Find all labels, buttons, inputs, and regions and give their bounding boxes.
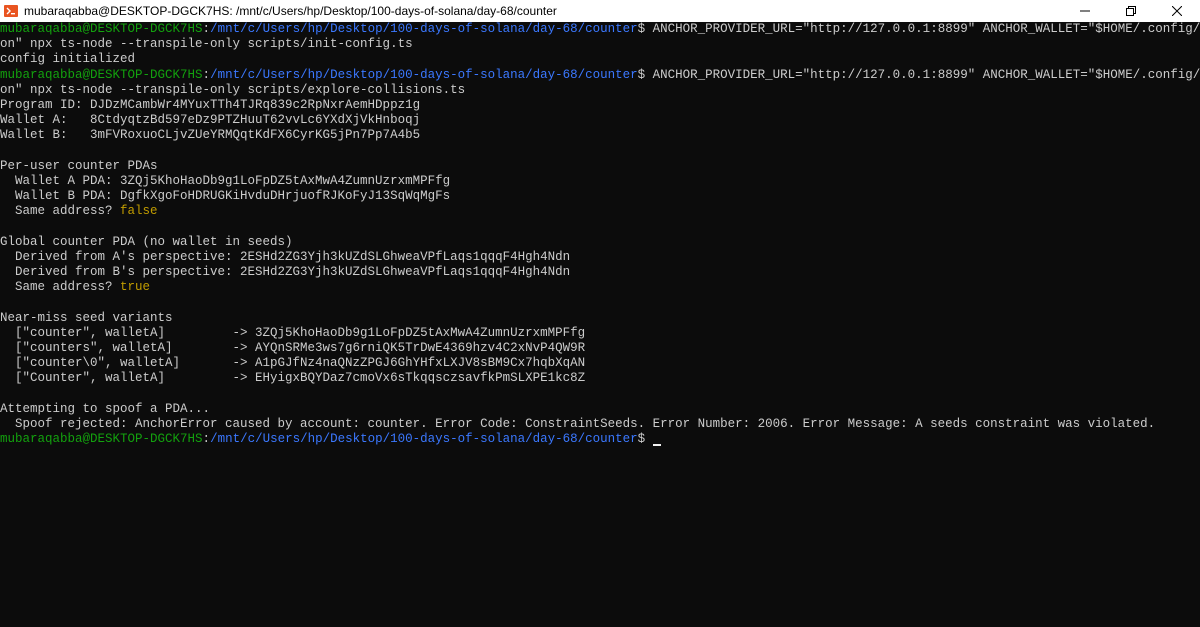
restore-button[interactable] <box>1108 0 1154 22</box>
terminal-text: Wallet A: 8CtdyqtzBd597eDz9PTZHuuT62vvLc… <box>0 113 421 128</box>
prompt-user-host: mubaraqabba@DESKTOP-DGCK7HS <box>0 22 203 36</box>
terminal-line: ["counter", walletA] -> 3ZQj5KhoHaoDb9g1… <box>0 326 1200 341</box>
terminal-text: Program ID: DJDzMCambWr4MYuxTTh4TJRq839c… <box>0 97 421 112</box>
close-button[interactable] <box>1154 0 1200 22</box>
terminal-text: : <box>202 432 211 447</box>
terminal-line: config initialized <box>0 52 1200 67</box>
terminal-window: mubaraqabba@DESKTOP-DGCK7HS: /mnt/c/User… <box>0 0 1200 627</box>
terminal-line: Program ID: DJDzMCambWr4MYuxTTh4TJRq839c… <box>0 98 1200 113</box>
prompt-user-host: mubaraqabba@DESKTOP-DGCK7HS <box>0 67 203 82</box>
terminal-text: ["counter\0", walletA] -> A1pGJfNz4naQNz… <box>0 356 586 371</box>
prompt-path: /mnt/c/Users/hp/Desktop/100-days-of-sola… <box>210 67 638 82</box>
terminal-text: config initialized <box>0 52 136 67</box>
boolean-value: true <box>120 280 151 295</box>
terminal-line: Per-user counter PDAs <box>0 159 1200 174</box>
title-bar[interactable]: mubaraqabba@DESKTOP-DGCK7HS: /mnt/c/User… <box>0 0 1200 22</box>
terminal-line: Same address? false <box>0 204 1200 219</box>
terminal-text: on" npx ts-node --transpile-only scripts… <box>0 37 413 52</box>
terminal-text: Wallet B: 3mFVRoxuoCLjvZUeYRMQqtKdFX6Cyr… <box>0 128 421 143</box>
terminal-text: Global counter PDA (no wallet in seeds) <box>0 234 293 249</box>
boolean-value: false <box>120 204 158 219</box>
terminal-text: : <box>202 67 211 82</box>
prompt-user-host: mubaraqabba@DESKTOP-DGCK7HS <box>0 432 203 447</box>
prompt-path: /mnt/c/Users/hp/Desktop/100-days-of-sola… <box>210 432 638 447</box>
terminal-line: on" npx ts-node --transpile-only scripts… <box>0 37 1200 52</box>
terminal-line: mubaraqabba@DESKTOP-DGCK7HS:/mnt/c/Users… <box>0 68 1200 83</box>
terminal-line: on" npx ts-node --transpile-only scripts… <box>0 83 1200 98</box>
terminal-text: Wallet B PDA: DgfkXgoFoHDRUGKiHvduDHrjuo… <box>0 189 451 204</box>
terminal-line: mubaraqabba@DESKTOP-DGCK7HS:/mnt/c/Users… <box>0 432 1200 447</box>
terminal-line: Derived from A's perspective: 2ESHd2ZG3Y… <box>0 250 1200 265</box>
minimize-icon <box>1080 10 1090 12</box>
prompt-path: /mnt/c/Users/hp/Desktop/100-days-of-sola… <box>210 22 638 36</box>
terminal-line: Wallet A PDA: 3ZQj5KhoHaoDb9g1LoFpDZ5tAx… <box>0 174 1200 189</box>
terminal-line: Near-miss seed variants <box>0 311 1200 326</box>
terminal-line: ["Counter", walletA] -> EHyigxBQYDaz7cmo… <box>0 371 1200 386</box>
terminal-line: Spoof rejected: AnchorError caused by ac… <box>0 417 1200 432</box>
minimize-button[interactable] <box>1062 0 1108 22</box>
terminal-line: ["counters", walletA] -> AYQnSRMe3ws7g6r… <box>0 341 1200 356</box>
restore-icon <box>1126 6 1136 16</box>
terminal-text: Near-miss seed variants <box>0 310 173 325</box>
terminal-line: mubaraqabba@DESKTOP-DGCK7HS:/mnt/c/Users… <box>0 22 1200 37</box>
window-controls <box>1062 0 1200 22</box>
terminal-text: Wallet A PDA: 3ZQj5KhoHaoDb9g1LoFpDZ5tAx… <box>0 173 451 188</box>
close-icon <box>1172 6 1182 16</box>
ubuntu-terminal-icon <box>4 5 18 17</box>
terminal-text: $ ANCHOR_PROVIDER_URL="http://127.0.0.1:… <box>637 22 1200 36</box>
terminal-text: on" npx ts-node --transpile-only scripts… <box>0 82 466 97</box>
terminal-text: ["Counter", walletA] -> EHyigxBQYDaz7cmo… <box>0 371 586 386</box>
terminal-text: Derived from A's perspective: 2ESHd2ZG3Y… <box>0 249 571 264</box>
terminal-text: $ <box>637 432 653 447</box>
text-cursor <box>652 444 661 447</box>
terminal-line: Derived from B's perspective: 2ESHd2ZG3Y… <box>0 265 1200 280</box>
terminal-text: Spoof rejected: AnchorError caused by ac… <box>0 416 1156 431</box>
terminal-text: $ ANCHOR_PROVIDER_URL="http://127.0.0.1:… <box>637 67 1200 82</box>
terminal-text: ["counter", walletA] -> 3ZQj5KhoHaoDb9g1… <box>0 325 586 340</box>
terminal-line: Wallet A: 8CtdyqtzBd597eDz9PTZHuuT62vvLc… <box>0 113 1200 128</box>
terminal-text: Derived from B's perspective: 2ESHd2ZG3Y… <box>0 265 571 279</box>
terminal-text: Same address? <box>0 280 121 295</box>
terminal-text: Per-user counter PDAs <box>0 158 158 173</box>
terminal-text: Same address? <box>0 204 121 219</box>
terminal-text: Attempting to spoof a PDA... <box>0 401 211 416</box>
window-title: mubaraqabba@DESKTOP-DGCK7HS: /mnt/c/User… <box>24 4 557 18</box>
terminal-line: Wallet B: 3mFVRoxuoCLjvZUeYRMQqtKdFX6Cyr… <box>0 128 1200 143</box>
terminal-text: : <box>202 22 211 36</box>
terminal-line: ["counter\0", walletA] -> A1pGJfNz4naQNz… <box>0 356 1200 371</box>
terminal-line: Global counter PDA (no wallet in seeds) <box>0 235 1200 250</box>
terminal-line: Attempting to spoof a PDA... <box>0 402 1200 417</box>
terminal-text: ["counters", walletA] -> AYQnSRMe3ws7g6r… <box>0 340 586 355</box>
terminal-line: Same address? true <box>0 280 1200 295</box>
terminal-line: Wallet B PDA: DgfkXgoFoHDRUGKiHvduDHrjuo… <box>0 189 1200 204</box>
terminal-output[interactable]: mubaraqabba@DESKTOP-DGCK7HS:/mnt/c/Users… <box>0 22 1200 627</box>
